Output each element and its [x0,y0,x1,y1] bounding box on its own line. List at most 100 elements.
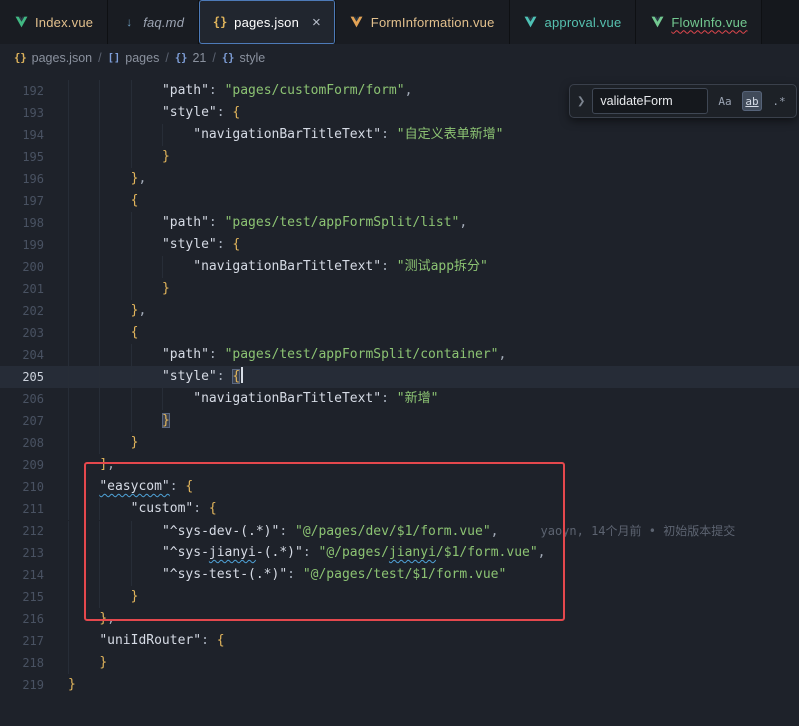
code-line-199[interactable]: 199 "style": { [0,234,799,256]
code-line-210[interactable]: 210 "easycom": { [0,476,799,498]
line-number: 215 [0,586,68,608]
breadcrumb-separator: / [98,51,101,65]
code-line-195[interactable]: 195 } [0,146,799,168]
code-line-219[interactable]: 219} [0,674,799,696]
line-number: 206 [0,388,68,410]
code-line-211[interactable]: 211 "custom": { [0,498,799,520]
breadcrumb-separator: / [165,51,168,65]
line-number: 199 [0,234,68,256]
line-number: 214 [0,564,68,586]
code-line-194[interactable]: 194 "navigationBarTitleText": "自定义表单新增" [0,124,799,146]
code-line-217[interactable]: 217 "uniIdRouter": { [0,630,799,652]
code-line-202[interactable]: 202 }, [0,300,799,322]
line-number: 200 [0,256,68,278]
code-line-207[interactable]: 207 } [0,410,799,432]
line-number: 201 [0,278,68,300]
match-case-button[interactable]: Aa [715,91,735,111]
markdown-icon: ↓ [122,15,136,29]
line-number: 198 [0,212,68,234]
code-text: { [68,322,799,344]
code-text: "custom": { [68,498,799,520]
tab-label: faq.md [143,15,184,30]
line-number: 218 [0,652,68,674]
line-number: 192 [0,80,68,102]
code-text: } [68,146,799,168]
vue-icon [350,16,364,28]
code-line-198[interactable]: 198 "path": "pages/test/appFormSplit/lis… [0,212,799,234]
symbol-icon: {} [222,52,235,64]
code-line-197[interactable]: 197 { [0,190,799,212]
text-cursor [241,367,243,383]
breadcrumb-label: pages.json [32,51,92,65]
code-text: "navigationBarTitleText": "自定义表单新增" [68,124,799,146]
line-number: 217 [0,630,68,652]
tab-Index.vue[interactable]: Index.vue [0,0,108,44]
code-text: "^sys-dev-(.*)": "@/pages/dev/$1/form.vu… [68,520,799,542]
breadcrumb-item-21[interactable]: {} 21 [175,51,207,65]
code-line-206[interactable]: 206 "navigationBarTitleText": "新增" [0,388,799,410]
breadcrumb-label: pages [125,51,159,65]
symbol-icon: {} [175,52,188,64]
line-number: 213 [0,542,68,564]
code-line-203[interactable]: 203 { [0,322,799,344]
code-text: "path": "pages/test/appFormSplit/contain… [68,344,799,366]
code-text: } [68,652,799,674]
breadcrumb-label: 21 [192,51,206,65]
symbol-icon: [] [108,52,121,64]
breadcrumb-item-pages.json[interactable]: {} pages.json [14,51,92,65]
code-line-196[interactable]: 196 }, [0,168,799,190]
tab-label: approval.vue [545,15,622,30]
json-icon: {} [213,15,227,29]
line-number: 208 [0,432,68,454]
code-text: "style": { [68,234,799,256]
vue-icon [524,16,538,28]
find-input[interactable] [592,88,708,114]
git-blame-annotation: yaoyn, 14个月前 • 初始版本提交 [499,524,736,538]
line-number: 193 [0,102,68,124]
code-line-216[interactable]: 216 }, [0,608,799,630]
line-number: 209 [0,454,68,476]
symbol-icon: {} [14,52,27,64]
regex-button[interactable]: .* [769,91,789,111]
line-number: 204 [0,344,68,366]
tab-label: Index.vue [35,15,93,30]
code-text: }, [68,608,799,630]
code-line-204[interactable]: 204 "path": "pages/test/appFormSplit/con… [0,344,799,366]
tab-faq.md[interactable]: ↓ faq.md [108,0,199,44]
code-line-200[interactable]: 200 "navigationBarTitleText": "测试app拆分" [0,256,799,278]
code-line-208[interactable]: 208 } [0,432,799,454]
breadcrumb-item-pages[interactable]: [] pages [108,51,160,65]
tab-close-icon[interactable]: × [312,15,321,30]
code-line-215[interactable]: 215 } [0,586,799,608]
code-line-205[interactable]: 205 "style": { [0,366,799,388]
line-number: 207 [0,410,68,432]
code-line-218[interactable]: 218 } [0,652,799,674]
code-line-209[interactable]: 209 ], [0,454,799,476]
line-number: 211 [0,498,68,520]
code-lines: 192 "path": "pages/customForm/form",193 … [0,72,799,696]
line-number: 212 [0,520,68,542]
tab-FlowInfo.vue[interactable]: FlowInfo.vue [636,0,762,44]
code-text: "path": "pages/test/appFormSplit/list", [68,212,799,234]
code-line-214[interactable]: 214 "^sys-test-(.*)": "@/pages/test/$1/f… [0,564,799,586]
tab-pages.json[interactable]: {}pages.json× [199,0,336,44]
breadcrumb-label: style [240,51,266,65]
breadcrumb-item-style[interactable]: {} style [222,51,265,65]
code-line-213[interactable]: 213 "^sys-jianyi-(.*)": "@/pages/jianyi/… [0,542,799,564]
code-editor-window: Index.vue↓faq.md{}pages.json×FormInforma… [0,0,799,726]
line-number: 197 [0,190,68,212]
code-text: ], [68,454,799,476]
code-line-201[interactable]: 201 } [0,278,799,300]
tab-approval.vue[interactable]: approval.vue [510,0,637,44]
line-number: 219 [0,674,68,696]
code-text: "style": { [68,366,799,388]
code-line-212[interactable]: 212 "^sys-dev-(.*)": "@/pages/dev/$1/for… [0,520,799,542]
code-text: }, [68,300,799,322]
whole-word-button[interactable]: ab [742,91,762,111]
line-number: 196 [0,168,68,190]
code-text: } [68,278,799,300]
tab-FormInformation.vue[interactable]: FormInformation.vue [336,0,510,44]
vue-icon [650,16,664,28]
expand-replace-chevron-icon[interactable]: ❯ [577,96,585,107]
editor-pane[interactable]: 192 "path": "pages/customForm/form",193 … [0,72,799,726]
